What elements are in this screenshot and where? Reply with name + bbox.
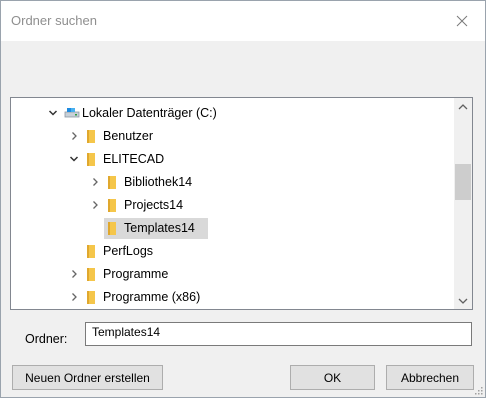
browse-folder-dialog: Ordner suchen Lokaler Datenträger (C:) Be… xyxy=(0,0,486,398)
dialog-title: Ordner suchen xyxy=(11,13,97,28)
tree-item-label: Bibliothek14 xyxy=(124,175,193,189)
chevron-right-icon[interactable] xyxy=(89,199,101,211)
folder-icon xyxy=(87,291,95,304)
folder-icon xyxy=(108,176,116,189)
folder-icon xyxy=(108,222,116,235)
folder-tree[interactable]: Lokaler Datenträger (C:) Benutzer ELITECAD… xyxy=(10,97,473,310)
chevron-right-icon[interactable] xyxy=(68,291,80,303)
resize-grip-icon[interactable] xyxy=(473,385,483,395)
chevron-right-icon[interactable] xyxy=(68,130,80,142)
tree-item[interactable]: PerfLogs xyxy=(11,240,454,263)
tree-item[interactable]: Bibliothek14 xyxy=(11,171,454,194)
chevron-down-icon xyxy=(458,298,468,304)
chevron-up-icon xyxy=(458,103,468,109)
scroll-down-button[interactable] xyxy=(454,292,472,309)
tree-item[interactable]: Programme (x86) xyxy=(11,286,454,309)
folder-icon xyxy=(87,130,95,143)
tree-item-label: PerfLogs xyxy=(103,244,154,258)
tree-item-label: Templates14 xyxy=(124,221,195,235)
drive-icon xyxy=(64,107,80,119)
tree-item[interactable]: Projects14 xyxy=(11,194,454,217)
folder-icon xyxy=(87,268,95,281)
tree-items: Lokaler Datenträger (C:) Benutzer ELITECAD… xyxy=(11,98,454,309)
scroll-thumb[interactable] xyxy=(455,164,471,200)
chevron-down-icon[interactable] xyxy=(47,107,59,119)
tree-item-label: Benutzer xyxy=(103,129,154,143)
close-icon xyxy=(456,15,468,27)
tree-item[interactable]: Templates14 xyxy=(11,217,454,240)
tree-item[interactable]: Programme xyxy=(11,263,454,286)
cancel-button[interactable]: Abbrechen xyxy=(386,365,474,390)
title-bar: Ordner suchen xyxy=(1,1,485,41)
tree-item-label: Lokaler Datenträger (C:) xyxy=(82,106,217,120)
folder-field-label: Ordner: xyxy=(25,332,68,346)
chevron-right-icon[interactable] xyxy=(68,268,80,280)
chevron-right-icon[interactable] xyxy=(89,176,101,188)
close-button[interactable] xyxy=(439,1,485,41)
vertical-scrollbar[interactable] xyxy=(454,98,472,309)
tree-item[interactable]: Benutzer xyxy=(11,125,454,148)
ok-button[interactable]: OK xyxy=(290,365,375,390)
tree-item[interactable]: Lokaler Datenträger (C:) xyxy=(11,102,454,125)
folder-icon xyxy=(87,153,95,166)
tree-item[interactable]: ELITECAD xyxy=(11,148,454,171)
tree-item-label: Projects14 xyxy=(124,198,184,212)
tree-item-label: Programme xyxy=(103,267,169,281)
chevron-down-icon[interactable] xyxy=(68,153,80,165)
folder-input[interactable] xyxy=(85,322,472,346)
folder-icon xyxy=(87,245,95,258)
scroll-up-button[interactable] xyxy=(454,98,472,115)
tree-item-label: ELITECAD xyxy=(103,152,165,166)
folder-icon xyxy=(108,199,116,212)
tree-item-label: Programme (x86) xyxy=(103,290,201,304)
new-folder-button[interactable]: Neuen Ordner erstellen xyxy=(12,365,163,390)
